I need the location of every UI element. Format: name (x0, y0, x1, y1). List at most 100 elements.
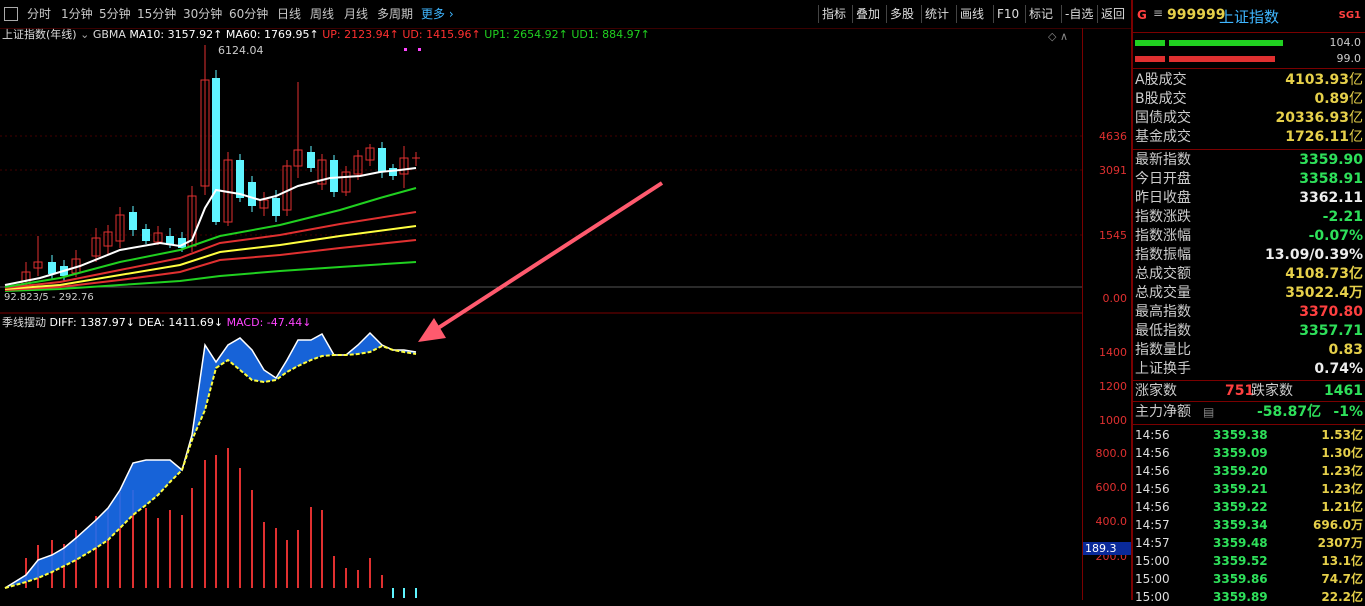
tick-time: 14:57 (1135, 536, 1170, 550)
high-annotation: 6124.04 (218, 44, 264, 57)
turnover-row: B股成交 0.89 亿 (1133, 90, 1365, 109)
net-pct: -1% (1333, 404, 1363, 420)
y-tick: 1000 (1099, 414, 1127, 427)
diff-dea-fill (5, 333, 416, 588)
candle (129, 212, 137, 230)
quote-value: 3358.91 (1299, 171, 1363, 187)
red-bar (1135, 56, 1165, 62)
tick-price: 3359.48 (1213, 536, 1268, 550)
tick-row: 15:00 3359.86 74.7亿 (1133, 570, 1365, 588)
breadth-row: 涨家数 751 跌家数 1461 (1133, 382, 1365, 401)
candle (248, 182, 256, 206)
tick-amount: 22.2亿 (1321, 590, 1363, 604)
quote-label: 指数振幅 (1135, 247, 1191, 263)
tick-row: 14:56 3359.21 1.23亿 (1133, 480, 1365, 498)
tool-back[interactable]: 返回 (1097, 5, 1128, 23)
net-value: -58.87亿 (1257, 404, 1322, 420)
tick-price: 3359.20 (1213, 464, 1268, 478)
turnover-value: 20336.93 (1275, 110, 1349, 126)
quote-value: 3357.71 (1299, 323, 1363, 339)
y-tick: 1545 (1099, 229, 1127, 242)
quote-row: 指数振幅 13.09/0.39% (1133, 246, 1365, 265)
fall-value: 1461 (1324, 383, 1363, 399)
turnover-value: 4103.93 (1285, 72, 1349, 88)
turnover-unit: 亿 (1349, 72, 1363, 88)
fall-label: 跌家数 (1251, 383, 1293, 399)
green-bar (1169, 40, 1283, 46)
turnover-row: 基金成交 1726.11 亿 (1133, 128, 1365, 147)
quote-header: G ≡ 999999 上证指数 SG1 (1133, 0, 1365, 33)
tick-time: 14:56 (1135, 446, 1170, 460)
y-tick: 1400 (1099, 346, 1127, 359)
turnover-row: A股成交 4103.93 亿 (1133, 71, 1365, 90)
separator (1133, 149, 1365, 150)
quote-label: 最新指数 (1135, 152, 1191, 168)
tick-time: 15:00 (1135, 590, 1170, 604)
rise-label: 涨家数 (1135, 383, 1177, 399)
quote-panel: G ≡ 999999 上证指数 SG1 104.0 99.0 A股成交 4103.… (1133, 0, 1365, 604)
marker-dot (418, 48, 421, 51)
tick-price: 3359.86 (1213, 572, 1268, 586)
turnover-label: A股成交 (1135, 72, 1187, 88)
tick-time: 14:56 (1135, 464, 1170, 478)
marker-dot (404, 48, 407, 51)
quote-value: 3362.11 (1299, 190, 1363, 206)
tick-amount: 1.23亿 (1321, 464, 1363, 478)
turnover-label: 基金成交 (1135, 129, 1191, 145)
candle (142, 229, 150, 241)
candle (236, 160, 244, 198)
green-bar (1135, 40, 1165, 46)
y-tick: 400.0 (1095, 515, 1128, 528)
y-tick: 600.0 (1095, 481, 1128, 494)
turnover-row: 国债成交 20336.93 亿 (1133, 109, 1365, 128)
rise-value: 751 (1225, 383, 1255, 399)
turnover-value: 0.89 (1314, 91, 1349, 107)
tick-price: 3359.89 (1213, 590, 1268, 604)
tick-price: 3359.34 (1213, 518, 1268, 532)
tick-time: 15:00 (1135, 554, 1170, 568)
turnover-label: B股成交 (1135, 91, 1187, 107)
quote-label: 昨日收盘 (1135, 190, 1191, 206)
quote-row: 总成交量 35022.4万 (1133, 284, 1365, 303)
list-icon[interactable]: ▤ (1203, 403, 1214, 422)
tick-row: 14:56 3359.22 1.21亿 (1133, 498, 1365, 516)
quote-value: 13.09/0.39% (1265, 247, 1363, 263)
quote-row: 最高指数 3370.80 (1133, 303, 1365, 322)
net-flow-row: 主力净额 ▤ -58.87亿 -1% (1133, 403, 1365, 422)
turnover-label: 国债成交 (1135, 110, 1191, 126)
quote-label: 最低指数 (1135, 323, 1191, 339)
quote-row: 今日开盘 3358.91 (1133, 170, 1365, 189)
tick-price: 3359.22 (1213, 500, 1268, 514)
quote-row: 指数涨幅 -0.07% (1133, 227, 1365, 246)
tick-time: 14:57 (1135, 518, 1170, 532)
quote-label: 今日开盘 (1135, 171, 1191, 187)
tick-row: 14:57 3359.48 2307万 (1133, 534, 1365, 552)
kline-chart[interactable]: 6124.04 92.823/5 - 292.76 (0, 0, 1082, 600)
separator (1133, 380, 1365, 381)
quote-row: 指数量比 0.83 (1133, 341, 1365, 360)
red-bar (1169, 56, 1275, 62)
tick-row: 14:56 3359.09 1.30亿 (1133, 444, 1365, 462)
quote-label: 上证换手 (1135, 361, 1191, 377)
collapse-icon[interactable]: ◇ ∧ (1048, 30, 1068, 43)
quote-label: 指数涨跌 (1135, 209, 1191, 225)
tick-row: 14:56 3359.38 1.53亿 (1133, 426, 1365, 444)
y-tick: 1200 (1099, 380, 1127, 393)
y-tick: 800.0 (1095, 447, 1128, 460)
turnover-unit: 亿 (1349, 110, 1363, 126)
tick-amount: 696.0万 (1313, 518, 1363, 532)
tick-row: 15:00 3359.89 22.2亿 (1133, 588, 1365, 606)
menu-icon[interactable]: ≡ (1153, 6, 1163, 20)
y-tick: 4636 (1099, 130, 1127, 143)
separator (1133, 68, 1365, 69)
cursor-value-box: 189.3 (1083, 542, 1133, 555)
candle (378, 148, 386, 172)
quote-label: 总成交量 (1135, 285, 1191, 301)
quote-label: 指数涨幅 (1135, 228, 1191, 244)
candle (272, 198, 280, 216)
quote-row: 昨日收盘 3362.11 (1133, 189, 1365, 208)
y-tick: 0.00 (1102, 292, 1128, 305)
net-label: 主力净额 (1135, 404, 1191, 420)
tick-amount: 1.30亿 (1321, 446, 1363, 460)
quote-value: 3359.90 (1299, 152, 1363, 168)
